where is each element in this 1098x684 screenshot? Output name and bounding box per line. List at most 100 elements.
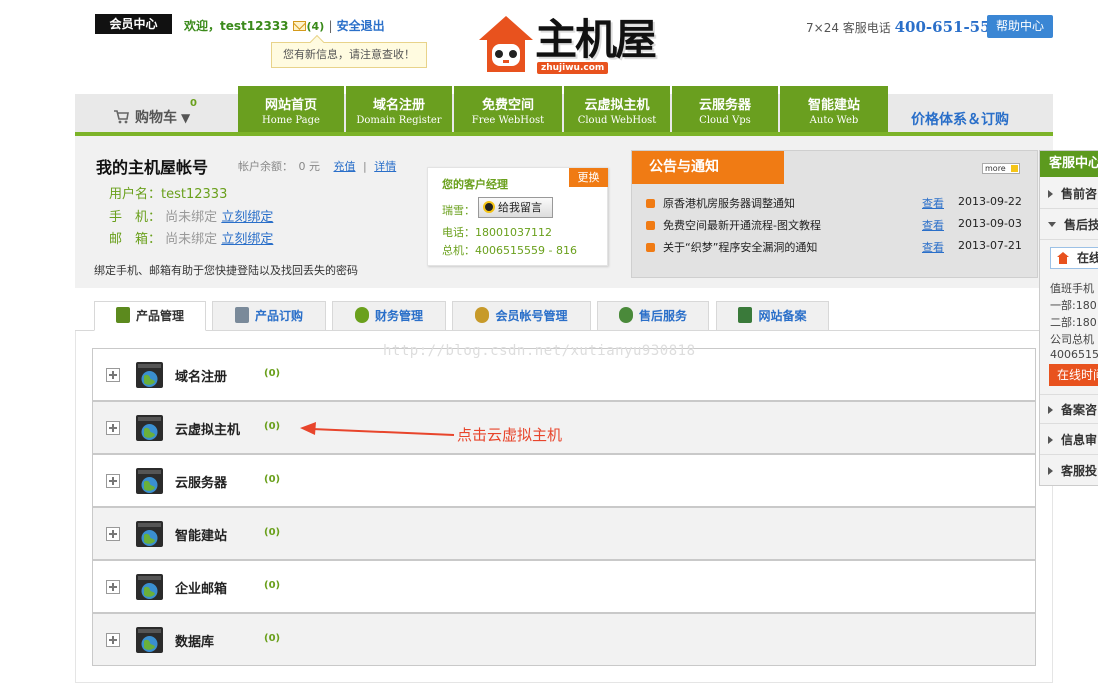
- mail-count[interactable]: (4): [307, 20, 325, 33]
- nav-free-host[interactable]: 免费空间 Free WebHost: [454, 86, 562, 132]
- cart-label: 购物车: [135, 110, 177, 126]
- side-line: 公司总机: [1050, 333, 1094, 346]
- tab-product-order[interactable]: 产品订购: [212, 301, 326, 331]
- nav-label-en: Home Page: [262, 115, 320, 126]
- tab-label: 产品订购: [254, 309, 303, 323]
- expand-icon[interactable]: [106, 421, 120, 435]
- mail-icon[interactable]: [292, 21, 306, 31]
- product-row-enterprise-mail[interactable]: 企业邮箱 (0): [92, 560, 1036, 613]
- notice-date: 2013-07-21: [958, 239, 1022, 252]
- member-icon: [475, 307, 490, 323]
- manager-switchboard: 总机：4006515559 - 816: [442, 244, 577, 257]
- product-row-cloud-server[interactable]: 云服务器 (0): [92, 454, 1036, 507]
- tab-label: 网站备案: [758, 309, 807, 323]
- leave-message-button[interactable]: 给我留言: [478, 197, 553, 218]
- server-globe-icon: [136, 574, 163, 600]
- product-count: (0): [264, 474, 281, 485]
- nav-label-zh: 网站首页: [264, 98, 317, 113]
- nav-label-en: Domain Register: [356, 115, 442, 126]
- tab-product-management[interactable]: 产品管理: [94, 301, 206, 331]
- tab-member-account[interactable]: 会员帐号管理: [452, 301, 591, 331]
- bind-email-link[interactable]: 立刻绑定: [221, 232, 273, 247]
- hotline: 7×24 客服电话 400-651-5559: [806, 18, 1011, 36]
- logout-link[interactable]: 安全退出: [337, 19, 385, 33]
- tab-label: 售后服务: [638, 309, 687, 323]
- recharge-link[interactable]: 充值: [334, 160, 356, 173]
- server-globe-icon: [136, 627, 163, 653]
- online-chat-button[interactable]: 在线: [1050, 247, 1098, 269]
- nav-auto-web[interactable]: 智能建站 Auto Web: [780, 86, 888, 132]
- notice-view-link[interactable]: 查看: [922, 217, 944, 233]
- side-item-record[interactable]: 备案咨: [1040, 394, 1098, 424]
- watermark-text: http://blog.csdn.net/xutianyu930818: [383, 343, 696, 359]
- product-icon: [115, 307, 130, 323]
- separator: |: [328, 19, 333, 33]
- account-manager-card: 您的客户经理 更换 瑞雪： 给我留言 电话：18001037112 总机：400…: [427, 167, 608, 266]
- chevron-right-icon: [1048, 467, 1053, 475]
- tab-after-sales[interactable]: 售后服务: [597, 301, 709, 331]
- nav-label-en: Cloud WebHost: [577, 115, 657, 126]
- site-logo[interactable]: 主机屋 zhujiwu.com: [475, 10, 665, 78]
- nav-label-en: Cloud Vps: [699, 115, 751, 126]
- house-logo-icon: [479, 16, 533, 72]
- side-item-presales[interactable]: 售前咨: [1040, 179, 1098, 209]
- product-count: (0): [264, 368, 281, 379]
- expand-icon[interactable]: [106, 580, 120, 594]
- tab-site-record[interactable]: 网站备案: [716, 301, 829, 331]
- server-globe-icon: [136, 521, 163, 547]
- change-manager-button[interactable]: 更换: [569, 168, 608, 187]
- bind-phone-link[interactable]: 立刻绑定: [221, 210, 273, 225]
- notice-text[interactable]: 关于“织梦”程序安全漏洞的通知: [663, 241, 817, 254]
- side-item-aftersales[interactable]: 售后技: [1040, 210, 1098, 240]
- bullet-icon: [646, 221, 655, 230]
- notice-text[interactable]: 免费空间最新开通流程-图文教程: [663, 219, 821, 232]
- notice-date: 2013-09-22: [958, 195, 1022, 208]
- product-label: 云虚拟主机: [175, 423, 241, 438]
- chevron-right-icon: [1048, 436, 1053, 444]
- customer-service-panel: 客服中心 售前咨 售后技 在线 值班手机 一部:180 二部:180 公司总机 …: [1039, 150, 1098, 486]
- expand-icon[interactable]: [106, 474, 120, 488]
- expand-icon[interactable]: [106, 368, 120, 382]
- side-item-label: 信息审: [1061, 433, 1098, 447]
- cart-icon: [234, 307, 249, 323]
- notice-view-link[interactable]: 查看: [922, 195, 944, 211]
- nav-cloud-host[interactable]: 云虚拟主机 Cloud WebHost: [564, 86, 670, 132]
- expand-icon[interactable]: [106, 527, 120, 541]
- product-row-auto-web[interactable]: 智能建站 (0): [92, 507, 1036, 560]
- notice-title: 公告与通知: [632, 151, 784, 184]
- chevron-down-icon: [1048, 222, 1056, 227]
- product-row-cloud-host[interactable]: 云虚拟主机 (0): [92, 401, 1036, 454]
- bind-tip: 绑定手机、邮箱有助于您快捷登陆以及找回丢失的密码: [94, 264, 358, 277]
- notice-date: 2013-09-03: [958, 217, 1022, 230]
- more-button[interactable]: more: [982, 163, 1020, 174]
- expand-icon[interactable]: [106, 633, 120, 647]
- nav-domain[interactable]: 域名注册 Domain Register: [346, 86, 452, 132]
- side-panel-title: 客服中心: [1040, 151, 1098, 177]
- product-count: (0): [264, 527, 281, 538]
- manager-name: 瑞雪：: [442, 204, 475, 217]
- notice-text[interactable]: 原香港机房服务器调整通知: [663, 197, 795, 210]
- nav-cloud-vps[interactable]: 云服务器 Cloud Vps: [672, 86, 778, 132]
- help-center-button[interactable]: 帮助中心: [987, 15, 1053, 38]
- tab-finance[interactable]: 财务管理: [332, 301, 446, 331]
- cart-button[interactable]: 购物车 ▼: [113, 107, 190, 127]
- member-center-badge[interactable]: 会员中心: [95, 14, 172, 34]
- manager-phone: 电话：18001037112: [442, 226, 552, 239]
- bullet-icon: [646, 199, 655, 208]
- balance-value: 0 元: [298, 160, 321, 173]
- details-link[interactable]: 详情: [374, 160, 396, 173]
- notice-view-link[interactable]: 查看: [922, 239, 944, 255]
- side-item-info-review[interactable]: 信息审: [1040, 425, 1098, 455]
- side-item-label: 客服投: [1061, 464, 1098, 478]
- product-row-database[interactable]: 数据库 (0): [92, 613, 1036, 666]
- price-order-link[interactable]: 价格体系＆订购: [911, 109, 1009, 129]
- online-time-badge[interactable]: 在线时间: [1049, 364, 1098, 386]
- server-globe-icon: [136, 415, 163, 441]
- notice-item: 免费空间最新开通流程-图文教程 查看 2013-09-03: [646, 217, 1026, 233]
- welcome-bar: 欢迎，test12333 (4) | 安全退出: [184, 17, 385, 34]
- nav-label-zh: 免费空间: [481, 98, 534, 113]
- nav-home[interactable]: 网站首页 Home Page: [238, 86, 344, 132]
- message-button-label: 给我留言: [498, 201, 542, 214]
- side-item-complaint[interactable]: 客服投: [1040, 456, 1098, 485]
- welcome-prefix: 欢迎，: [184, 19, 221, 33]
